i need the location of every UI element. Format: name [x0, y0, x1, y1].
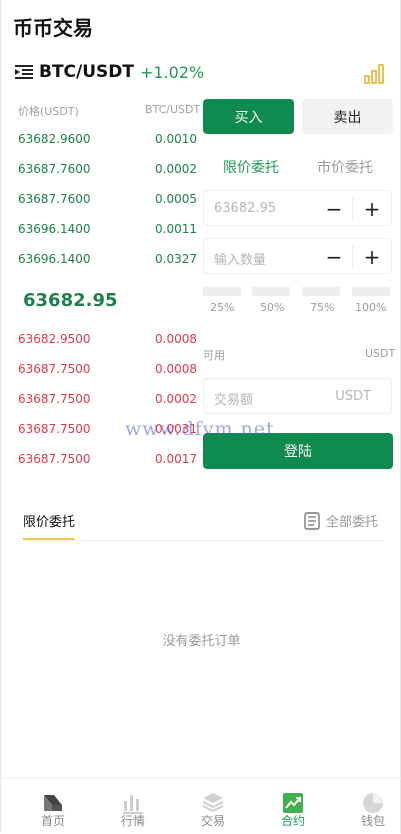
ask-row[interactable]: 63682.9600 0.0010 [1, 124, 201, 154]
market-order-tab[interactable]: 市价委托 [317, 157, 373, 177]
orders-tab-underline [23, 538, 75, 540]
ask-price: 63682.9600 [18, 132, 91, 146]
bid-price: 63687.7500 [18, 452, 91, 466]
available-label: 可用 [203, 349, 225, 362]
nav-item-wallet[interactable]: 钱包 [333, 779, 401, 834]
bid-qty: 0.0008 [155, 362, 197, 376]
nav-label: 行情 [120, 814, 145, 828]
percent-50-bar[interactable] [252, 287, 290, 296]
ask-qty: 0.0002 [155, 162, 197, 176]
bid-price: 63687.7500 [18, 362, 91, 376]
price-increase-button[interactable]: + [359, 195, 385, 223]
percent-75-bar[interactable] [302, 287, 340, 296]
limit-orders-tab[interactable]: 限价委托 [23, 511, 75, 530]
price-value: 63682.95 [214, 201, 277, 216]
percent-25-bar[interactable] [203, 287, 241, 296]
bid-row[interactable]: 63687.7500 0.0008 [1, 354, 201, 384]
quantity-increase-button[interactable]: + [359, 243, 385, 271]
bid-row[interactable]: 63687.7500 0.0002 [1, 384, 201, 414]
nav-item-home[interactable]: 首页 [13, 779, 93, 834]
percent-label[interactable]: 25% [210, 301, 234, 314]
bid-row[interactable]: 63682.9500 0.0008 [1, 324, 201, 354]
ask-row[interactable]: 63687.7600 0.0002 [1, 154, 201, 184]
quantity-decrease-button[interactable]: − [321, 243, 347, 271]
watermark-text: www.dfym.net [125, 418, 275, 440]
nav-item-contract[interactable]: 合约 [253, 779, 333, 834]
available-unit: USDT [365, 347, 396, 360]
document-list-icon [304, 511, 320, 530]
quantity-input[interactable]: 输入数量 − + [203, 238, 392, 274]
nav-label: 首页 [40, 814, 65, 828]
percent-label[interactable]: 75% [310, 301, 334, 314]
buy-tab[interactable]: 买入 [203, 99, 294, 134]
price-input[interactable]: 63682.95 − + [203, 190, 392, 226]
kline-chart-icon[interactable] [364, 62, 386, 84]
empty-orders-text: 没有委托订单 [162, 634, 241, 649]
price-decrease-button[interactable]: − [321, 195, 347, 223]
amount-input[interactable]: 交易额 USDT [203, 378, 392, 414]
amount-unit: USDT [335, 389, 371, 404]
bid-price: 63687.7500 [18, 392, 91, 406]
quantity-placeholder: 输入数量 [214, 253, 267, 268]
ask-price: 63696.1400 [18, 252, 91, 266]
ask-price: 63687.7600 [18, 162, 91, 176]
limit-order-tab[interactable]: 限价委托 [223, 157, 279, 177]
bid-price: 63687.7500 [18, 422, 91, 436]
page-title: 币币交易 [13, 16, 93, 40]
pair-name: BTC/USDT [39, 62, 134, 82]
menu-icon[interactable] [15, 65, 33, 79]
percent-label[interactable]: 100% [355, 301, 386, 314]
bid-qty: 0.0017 [155, 452, 197, 466]
orderbook-qty-header: BTC/USDT [145, 103, 201, 116]
orders-divider [23, 540, 383, 541]
ask-row[interactable]: 63696.1400 0.0011 [1, 214, 201, 244]
bid-price: 63682.9500 [18, 332, 91, 346]
pair-change: +1.02% [140, 62, 205, 82]
nav-label: 交易 [200, 814, 225, 828]
orderbook-price-header: 价格(USDT) [18, 105, 79, 118]
sell-tab[interactable]: 卖出 [302, 99, 393, 134]
bid-row[interactable]: 63687.7500 0.0017 [1, 444, 201, 474]
ask-price: 63696.1400 [18, 222, 91, 236]
bottom-nav: 首页 行情 交易 合约 钱包 [1, 778, 401, 834]
ask-price: 63687.7600 [18, 192, 91, 206]
ask-qty: 0.0005 [155, 192, 197, 206]
ask-row[interactable]: 63687.7600 0.0005 [1, 184, 201, 214]
ask-qty: 0.0327 [155, 252, 197, 266]
all-orders-label: 全部委托 [326, 515, 379, 530]
ask-qty: 0.0011 [155, 222, 197, 236]
all-orders-link[interactable]: 全部委托 [304, 511, 378, 530]
last-price: 63682.95 [23, 290, 118, 311]
percent-100-bar[interactable] [352, 287, 390, 296]
nav-item-market[interactable]: 行情 [93, 779, 173, 834]
pair-selector[interactable]: BTC/USDT +1.02% [15, 60, 204, 84]
ask-row[interactable]: 63696.1400 0.0327 [1, 244, 201, 274]
ask-qty: 0.0010 [155, 132, 197, 146]
nav-label: 合约 [280, 814, 305, 828]
bid-qty: 0.0002 [155, 392, 197, 406]
amount-placeholder: 交易额 [214, 393, 254, 408]
percent-label[interactable]: 50% [260, 301, 284, 314]
bid-qty: 0.0008 [155, 332, 197, 346]
nav-label: 钱包 [360, 814, 385, 828]
nav-item-trade[interactable]: 交易 [173, 779, 253, 834]
